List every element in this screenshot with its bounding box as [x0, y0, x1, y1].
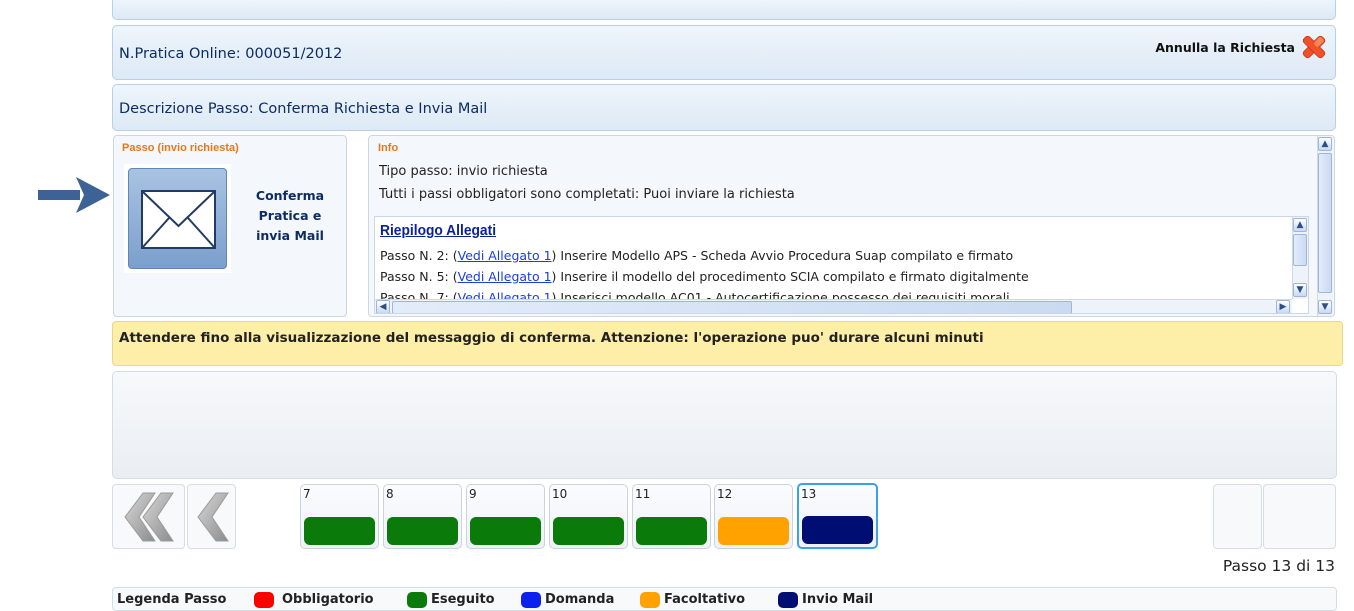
- practice-number: N.Pratica Online: 000051/2012: [119, 46, 343, 62]
- step-7[interactable]: 7: [300, 484, 379, 549]
- step-10[interactable]: 10: [549, 484, 628, 549]
- step-number: 9: [469, 487, 477, 501]
- chevron-left-icon: [197, 492, 229, 542]
- step-description-panel: Descrizione Passo: Conferma Richiesta e …: [112, 84, 1336, 131]
- step-8[interactable]: 8: [383, 484, 462, 549]
- step-13-current[interactable]: 13: [797, 483, 878, 549]
- step-legend: Legenda Passo Obbligatorio Eseguito Doma…: [112, 587, 1337, 611]
- step-number: 11: [635, 487, 651, 501]
- step-status-facoltativo: [718, 517, 789, 545]
- step-panel: Passo (invio richiesta) Conferma Pratica…: [113, 135, 347, 317]
- scroll-left-icon[interactable]: ◀: [376, 300, 390, 313]
- warning-text: Attendere fino alla visualizzazione del …: [119, 330, 984, 346]
- top-panel: [112, 0, 1336, 20]
- info-title: Info: [378, 142, 399, 154]
- step-counter: Passo 13 di 13: [1222, 557, 1335, 575]
- send-mail-button[interactable]: [124, 164, 231, 273]
- attachment-step-label: Passo N. 2: (: [380, 248, 458, 263]
- attachment-description: ) Inserire il modello del procedimento S…: [551, 269, 1029, 284]
- pointer-arrow-icon: [38, 177, 110, 213]
- double-chevron-left-icon: [124, 492, 174, 542]
- scroll-right-icon[interactable]: ▶: [1276, 300, 1290, 313]
- legend-label-facoltativo: Facoltativo: [664, 592, 746, 607]
- next-step-button[interactable]: [1213, 484, 1262, 549]
- legend-swatch-domanda: [521, 592, 541, 608]
- attachment-step-label: Passo N. 5: (: [380, 269, 458, 284]
- scroll-thumb[interactable]: [392, 301, 1072, 313]
- step-number: 12: [717, 487, 733, 501]
- info-line-status: Tutti i passi obbligatori sono completat…: [379, 187, 795, 202]
- step-11[interactable]: 11: [632, 484, 711, 549]
- step-12[interactable]: 12: [714, 484, 793, 549]
- info-panel: Info Tipo passo: invio richiesta Tutti i…: [368, 135, 1335, 317]
- scroll-thumb[interactable]: [1318, 153, 1332, 293]
- step-number: 7: [303, 487, 311, 501]
- legend-swatch-obbligatorio: [254, 592, 274, 608]
- attachment-row: Passo N. 2: (Vedi Allegato 1) Inserire M…: [380, 248, 1013, 263]
- step-number: 13: [801, 487, 817, 501]
- practice-header: N.Pratica Online: 000051/2012 Annulla la…: [112, 25, 1336, 80]
- scroll-down-icon[interactable]: ▼: [1293, 283, 1307, 297]
- view-attachment-link[interactable]: Vedi Allegato 1: [458, 248, 552, 263]
- scroll-thumb[interactable]: [1293, 234, 1307, 266]
- attachments-horizontal-scrollbar[interactable]: ◀ ▶: [375, 299, 1292, 313]
- step-9[interactable]: 9: [466, 484, 545, 549]
- last-step-button[interactable]: [1263, 484, 1336, 549]
- cancel-request-label[interactable]: Annulla la Richiesta: [1155, 40, 1295, 55]
- mail-icon: [128, 168, 227, 269]
- legend-label-obbligatorio: Obbligatorio: [282, 592, 374, 607]
- step-description: Descrizione Passo: Conferma Richiesta e …: [119, 101, 488, 117]
- info-vertical-scrollbar[interactable]: ▲ ▼: [1317, 136, 1333, 316]
- info-line-type: Tipo passo: invio richiesta: [379, 164, 548, 179]
- message-area: [112, 371, 1337, 479]
- step-number: 8: [386, 487, 394, 501]
- step-status-eseguito: [470, 517, 541, 545]
- cancel-x-icon[interactable]: [1300, 33, 1328, 61]
- step-status-invio-mail: [802, 516, 873, 544]
- first-step-button[interactable]: [112, 484, 185, 549]
- step-status-eseguito: [387, 517, 458, 545]
- view-attachment-link[interactable]: Vedi Allegato 1: [458, 269, 552, 284]
- scroll-up-icon[interactable]: ▲: [1318, 137, 1332, 151]
- previous-step-button[interactable]: [187, 484, 236, 549]
- step-status-eseguito: [553, 517, 624, 545]
- step-number: 10: [552, 487, 568, 501]
- step-status-eseguito: [636, 517, 707, 545]
- attachments-summary: Riepilogo Allegati Passo N. 2: (Vedi All…: [374, 216, 1309, 314]
- attachment-description: ) Inserire Modello APS - Scheda Avvio Pr…: [551, 248, 1014, 263]
- attachment-row: Passo N. 5: (Vedi Allegato 1) Inserire i…: [380, 269, 1029, 284]
- legend-label-invio-mail: Invio Mail: [802, 592, 874, 607]
- legend-swatch-invio-mail: [778, 592, 798, 608]
- step-status-eseguito: [304, 517, 375, 545]
- scroll-down-icon[interactable]: ▼: [1318, 300, 1332, 314]
- legend-label-eseguito: Eseguito: [431, 592, 495, 607]
- send-mail-label[interactable]: Conferma Pratica e invia Mail: [244, 186, 336, 246]
- attachments-title: Riepilogo Allegati: [380, 222, 497, 239]
- attachments-vertical-scrollbar[interactable]: ▲ ▼: [1292, 217, 1308, 299]
- warning-message: Attendere fino alla visualizzazione del …: [112, 321, 1343, 366]
- legend-swatch-eseguito: [407, 592, 427, 608]
- legend-label-domanda: Domanda: [545, 592, 615, 607]
- step-panel-title: Passo (invio richiesta): [122, 142, 239, 154]
- legend-swatch-facoltativo: [640, 592, 660, 608]
- legend-title: Legenda Passo: [117, 592, 227, 607]
- scroll-up-icon[interactable]: ▲: [1293, 218, 1307, 232]
